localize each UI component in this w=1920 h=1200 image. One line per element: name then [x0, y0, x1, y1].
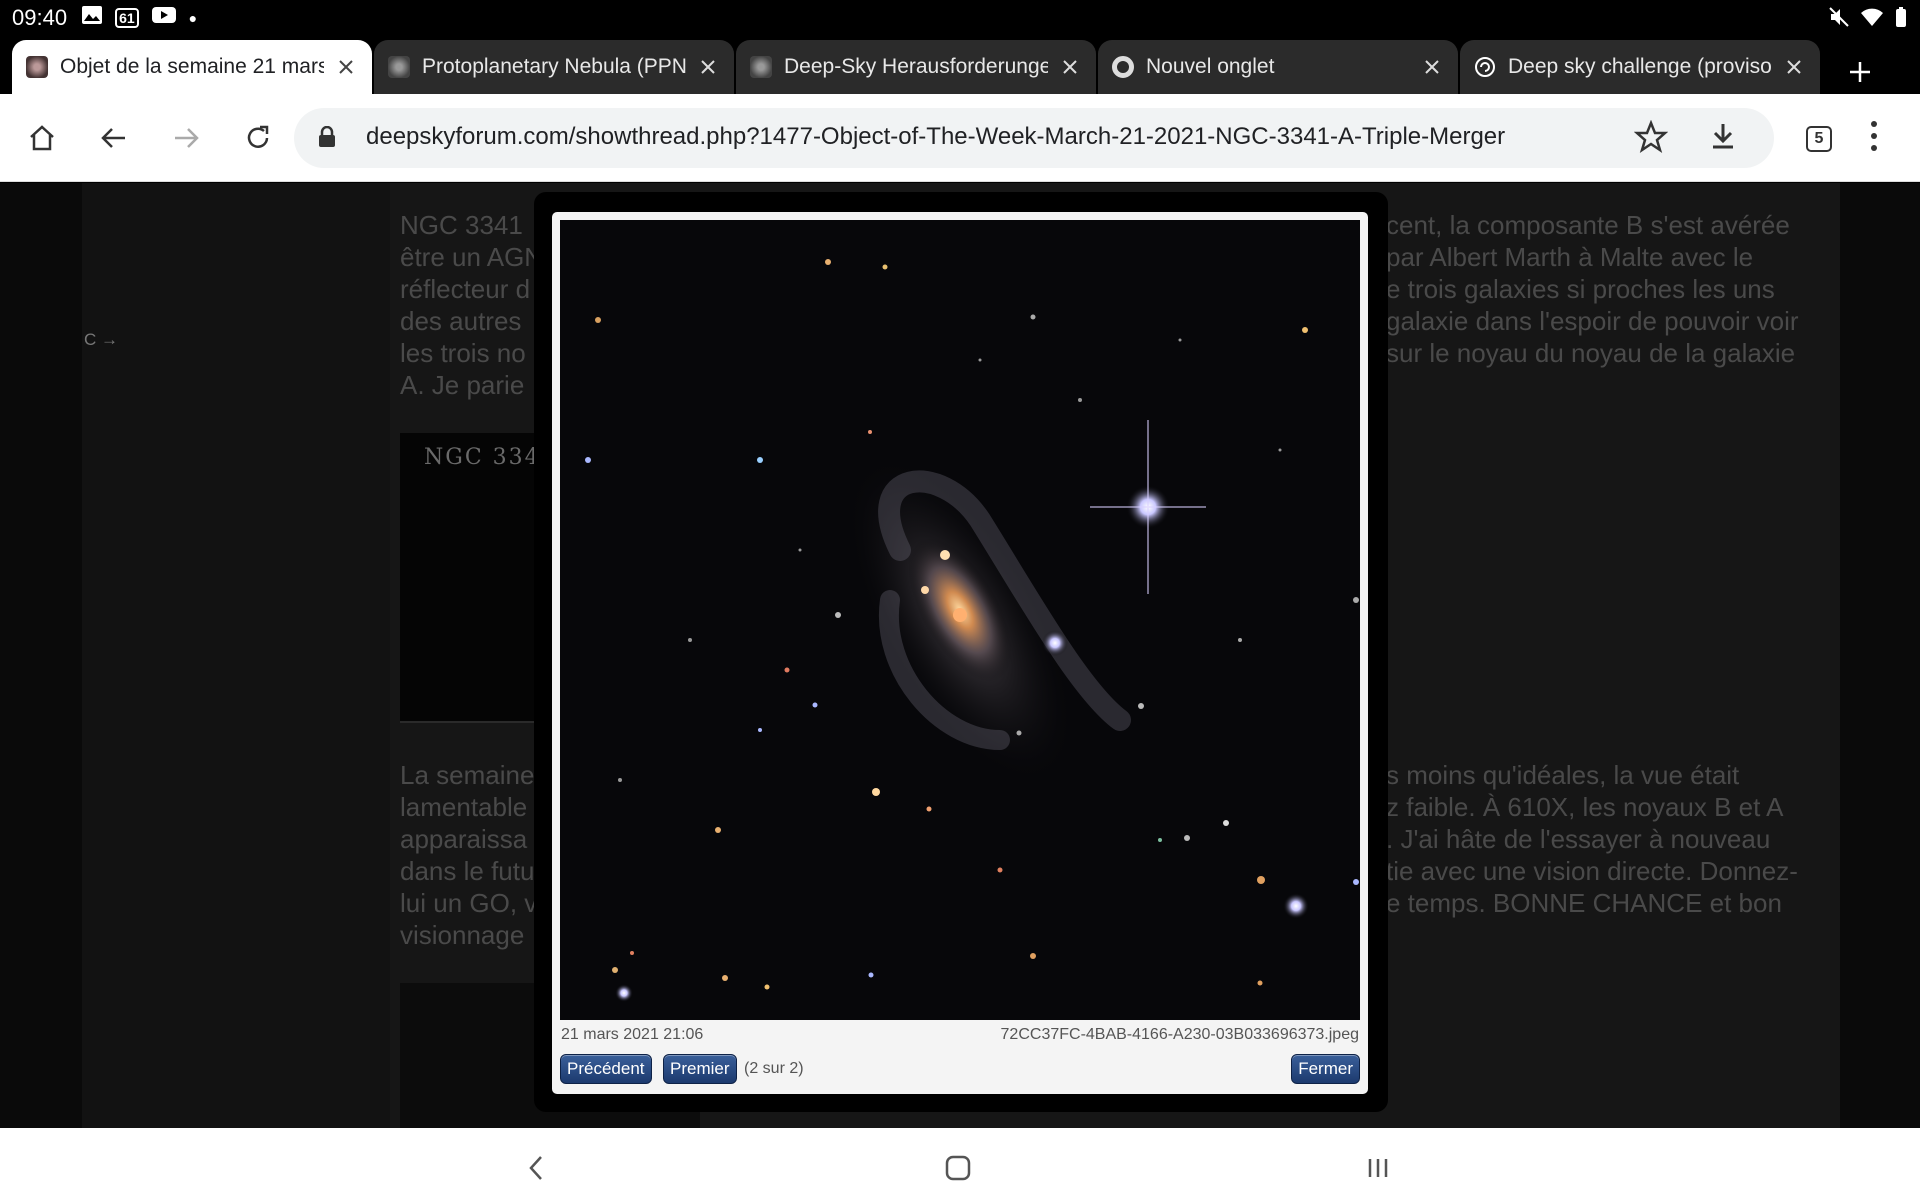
- close-icon[interactable]: [1782, 55, 1806, 79]
- download-icon[interactable]: [1706, 120, 1740, 159]
- post-paragraph-2-right: s moins qu'idéales, la vue était z faibl…: [1386, 759, 1826, 919]
- tab-title: Nouvel onglet: [1146, 55, 1275, 78]
- forum-favicon-icon: [750, 56, 772, 78]
- image-counter: (2 sur 2): [744, 1060, 804, 1077]
- arrow-left-icon: [101, 128, 125, 148]
- tab-deep-sky-herausforderungen[interactable]: Deep-Sky Herausforderungen: [736, 40, 1096, 94]
- tab-switcher-button[interactable]: 5: [1806, 126, 1832, 152]
- chevron-left-icon: [529, 1156, 542, 1180]
- mute-icon: [1828, 6, 1850, 34]
- nav-home-button[interactable]: [938, 1148, 978, 1188]
- close-icon[interactable]: [1420, 55, 1444, 79]
- battery-icon: [1894, 6, 1908, 34]
- notification-count-icon: 61: [115, 8, 139, 28]
- tab-deep-sky-challenge[interactable]: Deep sky challenge (provisoi: [1460, 40, 1820, 94]
- tab-protoplanetary-nebula[interactable]: Protoplanetary Nebula (PPN): [374, 40, 734, 94]
- spiral-favicon-icon: [1474, 56, 1496, 78]
- galaxy-favicon-icon: [26, 56, 48, 78]
- tab-title: Objet de la semaine 21 mars: [60, 55, 324, 78]
- image-icon: [81, 5, 103, 31]
- home-icon: [30, 125, 54, 151]
- tab-nouvel-onglet[interactable]: Nouvel onglet: [1098, 40, 1458, 94]
- text-line: z faible. À 610X, les noyaux B et A: [1386, 792, 1784, 822]
- forum-favicon-icon: [388, 56, 410, 78]
- galaxy-photo: [560, 220, 1360, 1020]
- galaxy-image: [560, 220, 1360, 1020]
- tab-strip: Objet de la semaine 21 mars Protoplaneta…: [0, 36, 1920, 94]
- close-icon[interactable]: [1058, 55, 1082, 79]
- clock: 09:40: [12, 5, 68, 30]
- text-line: cent, la composante B s'est avérée: [1386, 210, 1790, 240]
- text-line: tie avec une vision directe. Donnez-: [1386, 856, 1798, 886]
- close-icon[interactable]: [696, 55, 720, 79]
- text-line: galaxie dans l'espoir de pouvoir voir: [1386, 306, 1799, 336]
- wifi-icon: [1860, 6, 1884, 34]
- forward-button[interactable]: [162, 114, 210, 162]
- home-button[interactable]: [18, 114, 66, 162]
- recents-icon: [1368, 1159, 1388, 1177]
- tab-title: Deep-Sky Herausforderungen: [784, 55, 1048, 78]
- lightbox: 21 mars 2021 21:06 72CC37FC-4BAB-4166-A2…: [552, 212, 1368, 1094]
- image-filename: 72CC37FC-4BAB-4166-A230-03B033696373.jpe…: [1000, 1026, 1359, 1043]
- close-icon[interactable]: [334, 55, 358, 79]
- menu-kebab-icon[interactable]: [1868, 118, 1880, 159]
- reload-icon: [247, 125, 269, 148]
- address-bar[interactable]: deepskyforum.com/showthread.php?1477-Obj…: [294, 108, 1774, 168]
- previous-button[interactable]: Précédent: [560, 1054, 652, 1084]
- reload-button[interactable]: [234, 114, 282, 162]
- dot-icon: ●: [188, 10, 198, 26]
- plus-icon: [1850, 62, 1870, 82]
- back-button[interactable]: [90, 114, 138, 162]
- lock-icon: [318, 125, 336, 153]
- close-button[interactable]: Fermer: [1291, 1054, 1360, 1084]
- youtube-icon: [151, 5, 177, 31]
- nav-back-button[interactable]: [516, 1148, 556, 1188]
- browser-toolbar: deepskyforum.com/showthread.php?1477-Obj…: [0, 94, 1920, 182]
- thumbnail-marker-c: C →: [84, 330, 119, 349]
- status-bar: 09:40 61 ●: [0, 0, 1920, 36]
- text-line: par Albert Marth à Malte avec le: [1386, 242, 1754, 272]
- bookmark-star-icon[interactable]: [1633, 119, 1669, 159]
- text-line: sur le noyau du noyau de la galaxie: [1386, 338, 1796, 368]
- system-nav-bar: [0, 1128, 1920, 1200]
- url-text: deepskyforum.com/showthread.php?1477-Obj…: [366, 123, 1506, 150]
- text-line: e temps. BONNE CHANCE et bon: [1386, 888, 1782, 918]
- tab-title: Protoplanetary Nebula (PPN): [422, 55, 686, 78]
- arrow-right-icon: [175, 128, 199, 148]
- home-square-icon: [945, 1155, 971, 1181]
- text-line: s moins qu'idéales, la vue était: [1386, 760, 1740, 790]
- text-line: e trois galaxies si proches les uns: [1386, 274, 1775, 304]
- first-button[interactable]: Premier: [663, 1054, 737, 1084]
- nav-recents-button[interactable]: [1358, 1148, 1398, 1188]
- tab-title: Deep sky challenge (provisoi: [1508, 55, 1772, 78]
- image-date: 21 mars 2021 21:06: [561, 1026, 704, 1043]
- tab-objet-de-la-semaine[interactable]: Objet de la semaine 21 mars: [12, 40, 372, 94]
- new-tab-button[interactable]: [1838, 50, 1882, 94]
- chrome-icon: [1112, 56, 1134, 78]
- post-paragraph-1-right: cent, la composante B s'est avérée par A…: [1386, 209, 1826, 369]
- text-line: . J'ai hâte de l'essayer à nouveau: [1386, 824, 1771, 854]
